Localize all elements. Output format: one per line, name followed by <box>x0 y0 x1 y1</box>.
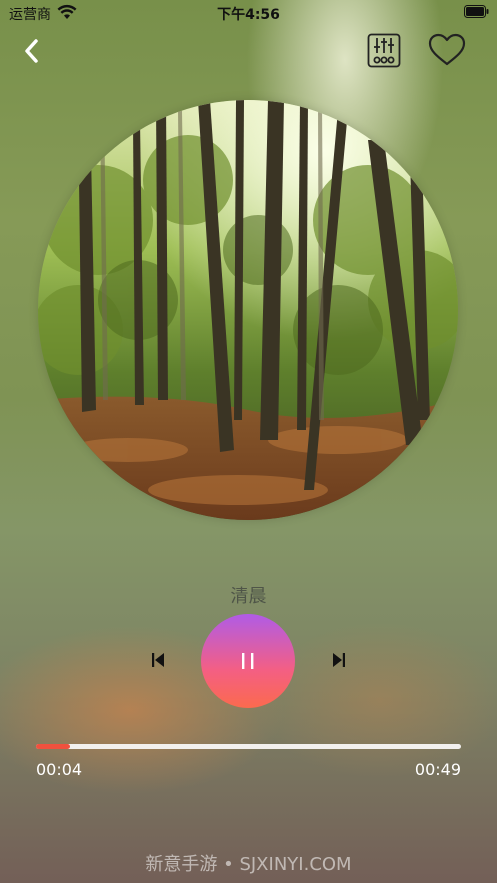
equalizer-button[interactable] <box>367 33 401 68</box>
clock: 下午4:56 <box>217 7 280 23</box>
next-button[interactable] <box>328 649 350 671</box>
progress-fill <box>36 744 70 749</box>
favorite-button[interactable] <box>428 33 466 67</box>
song-title: 清晨 <box>230 586 267 607</box>
skip-next-icon <box>333 653 345 667</box>
pause-button[interactable] <box>201 614 295 708</box>
skip-previous-icon <box>152 653 164 667</box>
status-bar: 运营商 下午4:56 <box>0 0 497 26</box>
previous-button[interactable] <box>147 649 169 671</box>
chevron-left-icon <box>25 39 38 63</box>
heart-outline-icon <box>428 33 466 66</box>
equalizer-icon <box>367 33 401 68</box>
total-time: 00:49 <box>414 760 461 779</box>
back-button[interactable] <box>18 36 48 66</box>
progress-slider[interactable] <box>36 744 461 749</box>
album-cover <box>38 100 458 520</box>
battery-icon <box>464 5 489 18</box>
watermark: 新意手游 • SJXINYI.COM <box>145 854 352 875</box>
pause-icon <box>242 653 254 669</box>
forest-cover-image <box>38 100 458 520</box>
elapsed-time: 00:04 <box>36 760 83 779</box>
